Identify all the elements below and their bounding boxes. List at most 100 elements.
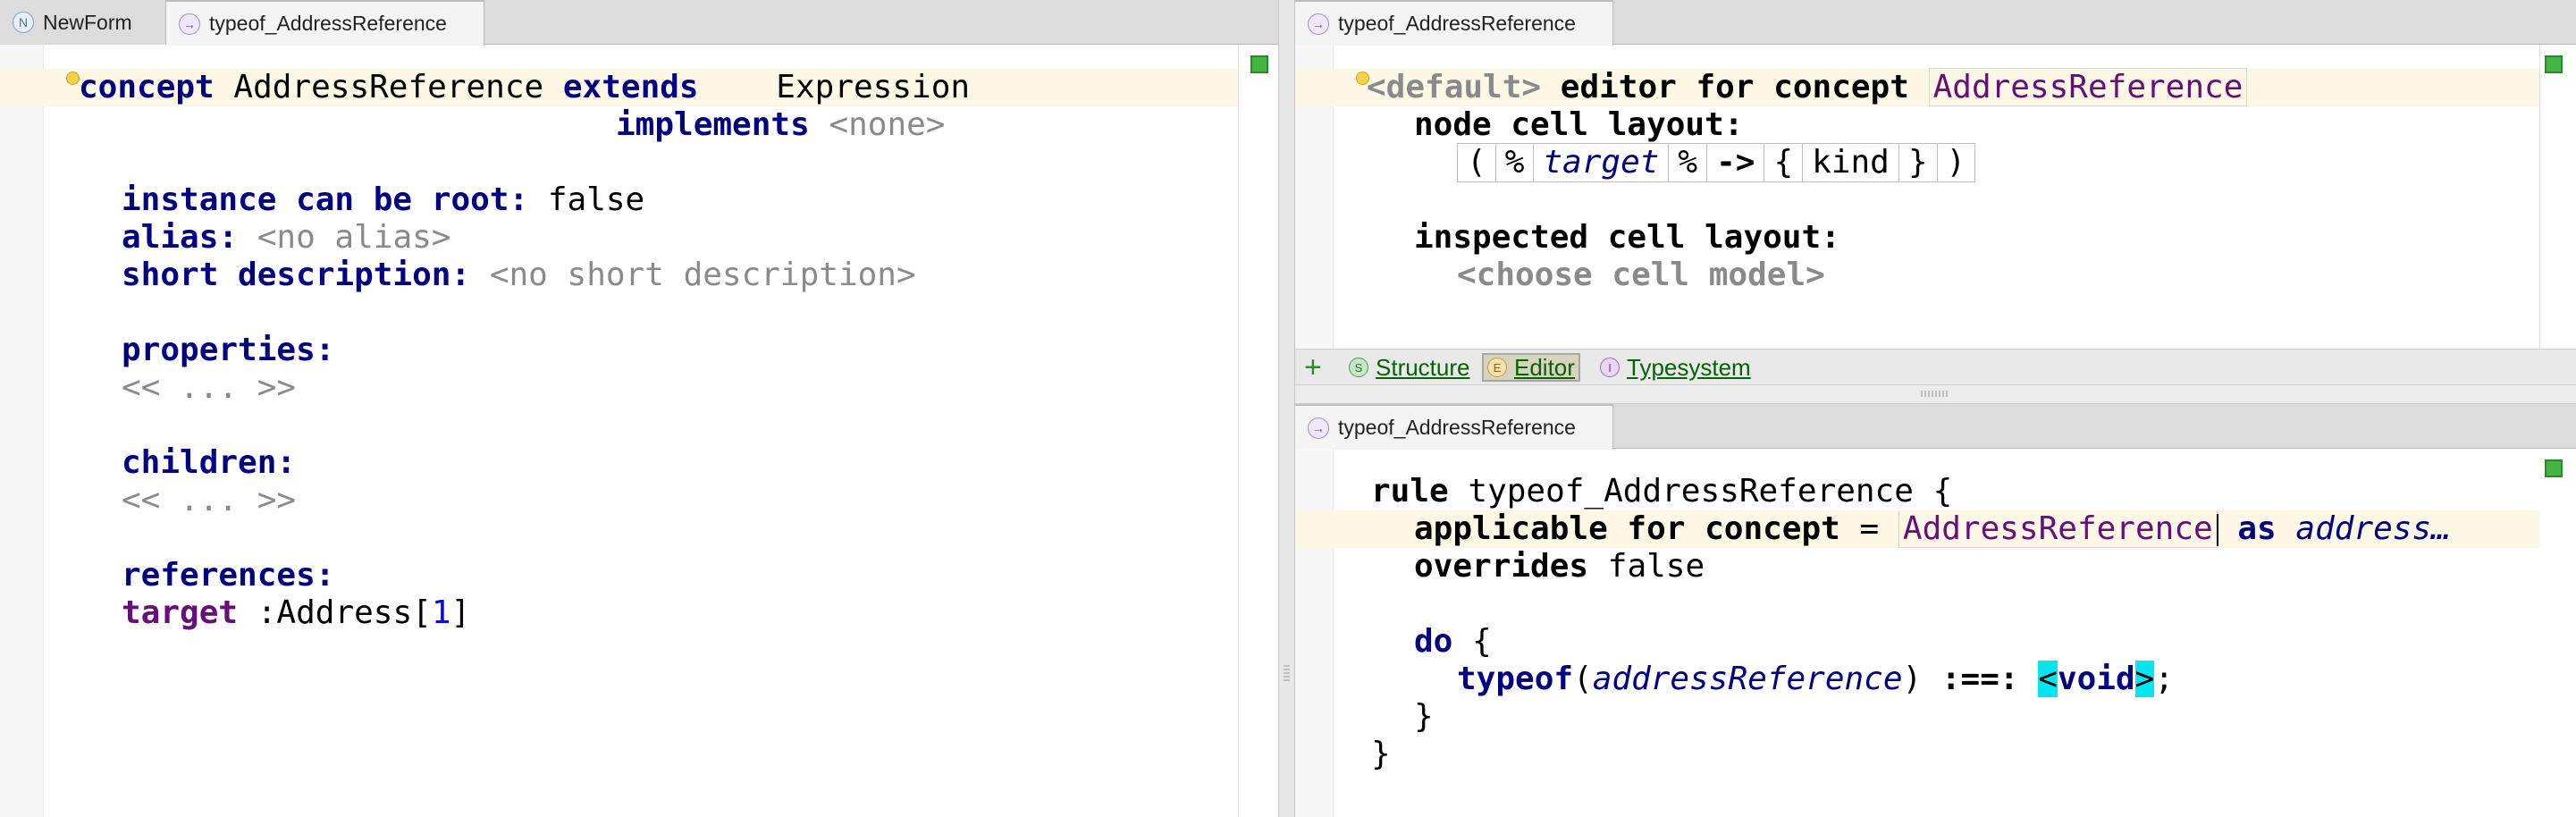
editor-aspect-pane: → typeof_AddressReference <default> edit… (1295, 0, 2576, 385)
applicable-node-name[interactable]: address… (2295, 510, 2450, 547)
typeof-keyword: typeof (1457, 661, 1574, 697)
do-block-line[interactable]: do { (1414, 623, 1492, 661)
statement-semicolon: ; (2154, 661, 2175, 697)
cardinality-open: [ (412, 594, 432, 631)
cell-close-paren[interactable]: ) (1938, 144, 1975, 181)
add-aspect-button[interactable]: + (1301, 350, 1326, 384)
aspect-tab-typesystem[interactable]: I Typesystem (1596, 353, 1755, 382)
status-ok-indicator[interactable] (1250, 55, 1268, 73)
extends-value[interactable]: Expression (776, 69, 970, 105)
typeof-statement[interactable]: typeof(addressReference) :==: <void>; (1457, 661, 2174, 698)
choose-cell-model-placeholder[interactable]: <choose cell model> (1457, 257, 1825, 294)
cell-layout-row[interactable]: ( % target % -> { kind } ) (1457, 143, 1976, 182)
rule-node-icon: → (1308, 13, 1329, 35)
cardinality-value[interactable]: 1 (432, 594, 451, 631)
right-margin-line (1238, 45, 1239, 817)
children-label: children: (122, 444, 297, 481)
extends-keyword: extends (562, 69, 699, 105)
overrides-line[interactable]: overrides false (1414, 548, 1705, 585)
cell-percent[interactable]: % (1496, 144, 1535, 181)
aspect-tab-structure[interactable]: S Structure (1345, 353, 1474, 382)
tab-typeof-addressreference[interactable]: → typeof_AddressReference (166, 0, 484, 46)
editor-header-line[interactable]: <default> editor for concept AddressRefe… (1367, 68, 2248, 106)
typeof-argument[interactable]: addressReference (1593, 661, 1903, 697)
reference-type[interactable]: Address (276, 594, 412, 631)
applicable-keyword: applicable for concept (1414, 510, 1840, 547)
cell-arrow[interactable]: -> (1707, 144, 1765, 181)
implements-value[interactable]: <none> (829, 106, 945, 143)
left-tab-bar: N NewForm → typeof_AddressReference (0, 0, 1278, 46)
rule-header-line[interactable]: rule typeof_AddressReference { (1371, 473, 1952, 510)
tab-newform[interactable]: N NewForm (0, 0, 166, 45)
tab-rule-typeof-addressreference[interactable]: → typeof_AddressReference (1295, 404, 1613, 450)
root-value[interactable]: false (548, 181, 644, 218)
editor-gutter[interactable] (0, 45, 44, 817)
default-hint[interactable]: <default> (1367, 69, 1541, 105)
editor-gutter[interactable] (1295, 449, 1334, 817)
void-open-bracket: < (2038, 661, 2058, 697)
text-caret (2216, 514, 2218, 546)
cell-kind-property[interactable]: kind (1803, 144, 1899, 181)
editor-for-concept-keyword: editor for concept (1560, 69, 1909, 105)
concept-name[interactable]: AddressReference (233, 69, 543, 105)
status-ok-indicator[interactable] (2545, 55, 2563, 73)
do-open-brace: { (1472, 623, 1492, 660)
aspect-label: Editor (1514, 353, 1575, 381)
concept-node-icon: N (13, 12, 34, 33)
properties-placeholder[interactable]: << ... >> (122, 369, 296, 407)
aspect-tab-bar: + S Structure E Editor I Typesystem (1295, 349, 2576, 385)
rule-keyword: rule (1371, 473, 1449, 510)
short-description-value[interactable]: <no short description> (490, 257, 916, 293)
reference-target-line[interactable]: target :Address[1] (122, 594, 470, 632)
equation-operator[interactable]: :==: (1941, 661, 2019, 697)
reference-name[interactable]: target (122, 594, 238, 631)
properties-label: properties: (122, 332, 335, 368)
implements-keyword: implements (616, 106, 810, 143)
overrides-value[interactable]: false (1608, 548, 1705, 585)
void-type[interactable]: void (2058, 661, 2135, 697)
rule-name[interactable]: typeof_AddressReference (1468, 473, 1914, 510)
tab-editor-typeof-addressreference[interactable]: → typeof_AddressReference (1295, 0, 1613, 46)
splitter-grip[interactable] (1284, 663, 1290, 681)
node-cell-layout-label: node cell layout: (1414, 106, 1744, 143)
horizontal-splitter[interactable] (1295, 384, 2576, 404)
structure-editor-pane: N NewForm → typeof_AddressReference conc… (0, 0, 1278, 817)
as-keyword: as (2237, 510, 2277, 547)
intention-bulb-icon[interactable] (66, 72, 80, 85)
rule-tab-bar: → typeof_AddressReference (1295, 404, 2576, 450)
void-close-bracket: > (2134, 661, 2155, 697)
short-description-line[interactable]: short description: <no short description… (122, 257, 916, 294)
typesystem-aspect-icon: I (1600, 358, 1620, 377)
cell-close-brace[interactable]: } (1899, 144, 1938, 181)
tab-label: typeof_AddressReference (209, 12, 447, 35)
editor-concept-reference[interactable]: AddressReference (1928, 68, 2248, 106)
reference-colon: : (257, 594, 277, 631)
right-margin-line (2539, 45, 2540, 349)
root-label: instance can be root: (122, 181, 529, 218)
cell-percent[interactable]: % (1669, 144, 1708, 181)
do-keyword: do (1414, 623, 1453, 660)
alias-value[interactable]: <no alias> (257, 219, 451, 256)
aspect-label: Structure (1376, 353, 1470, 381)
typesystem-rule-pane: → typeof_AddressReference rule typeof_Ad… (1295, 404, 2576, 817)
children-placeholder[interactable]: << ... >> (122, 482, 296, 519)
tab-label: typeof_AddressReference (1338, 416, 1576, 439)
concept-header-line[interactable]: concept AddressReference extends Express… (79, 69, 970, 106)
alias-line[interactable]: alias: <no alias> (122, 219, 450, 257)
vertical-splitter[interactable] (1278, 0, 1295, 817)
rule-node-icon: → (179, 13, 200, 35)
applicable-line[interactable]: applicable for concept = AddressReferenc… (1414, 510, 2539, 548)
implements-line[interactable]: implements <none> (616, 106, 945, 144)
cell-open-paren[interactable]: ( (1458, 144, 1496, 181)
splitter-grip[interactable] (1921, 391, 1948, 397)
cell-target-ref[interactable]: target (1534, 144, 1670, 181)
applicable-concept-reference[interactable]: AddressReference (1898, 510, 2218, 548)
root-line[interactable]: instance can be root: false (122, 181, 644, 219)
editor-aspect-icon: E (1487, 358, 1507, 377)
cell-open-brace[interactable]: { (1764, 144, 1804, 181)
structure-aspect-icon: S (1349, 358, 1368, 377)
status-ok-indicator[interactable] (2545, 459, 2563, 477)
tab-label: NewForm (43, 10, 132, 34)
aspect-tab-editor[interactable]: E Editor (1482, 353, 1580, 382)
references-label: references: (122, 557, 335, 594)
